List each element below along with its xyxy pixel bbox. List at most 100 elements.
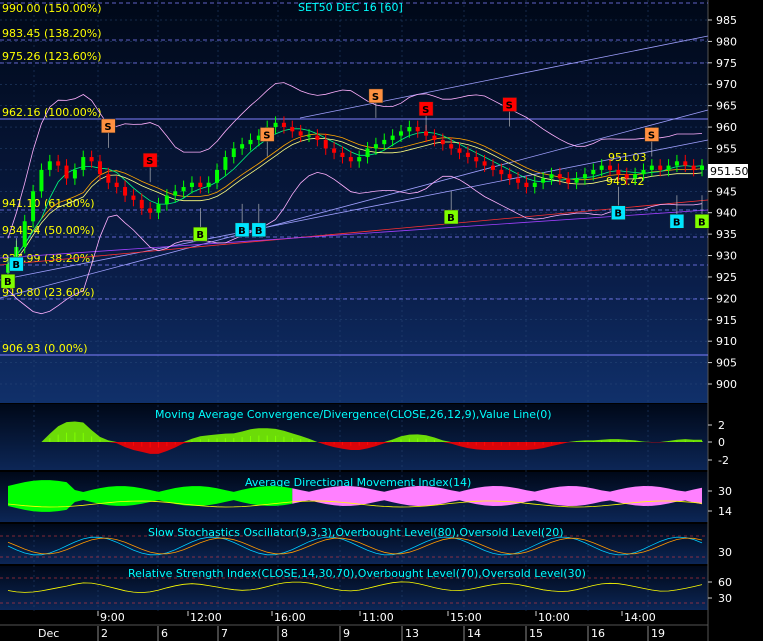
candle-body [56,161,61,166]
candle-body [541,178,546,183]
macd-title: Moving Average Convergence/Divergence(CL… [155,408,552,421]
candle-body [189,182,194,188]
time-label: 16:00 [274,611,306,624]
candle-body [31,191,36,222]
last-price-label: 951.50 [710,165,749,178]
day-label: 6 [161,627,168,640]
signal-label: S [372,92,379,103]
candle-body [516,178,521,183]
candle-body [357,157,362,162]
candle-body [424,131,429,136]
fib-label: 990.00 (150.00%) [2,2,102,15]
candle-body [307,135,312,137]
candle-body [574,178,579,183]
macd-tick-label: 0 [718,436,725,449]
stoch-tick-label: 30 [718,546,732,559]
adx-tick-label: 30 [718,485,732,498]
y-tick-label: 985 [716,14,737,27]
signal-label: S [104,122,111,133]
candle-body [524,182,529,188]
day-label: 9 [343,627,350,640]
candle-body [72,169,77,179]
candle-body [123,187,128,196]
candle-body [248,139,253,145]
candle-body [649,165,654,170]
fib-label: 975.26 (123.60%) [2,50,102,63]
y-tick-label: 900 [716,378,737,391]
candle-body [89,157,94,162]
candle-body [47,161,52,170]
candle-body [332,148,337,153]
time-label: 14:00 [624,611,656,624]
candle-body [373,144,378,149]
day-label: 8 [281,627,288,640]
signal-label: S [263,130,270,141]
y-tick-label: 945 [716,185,737,198]
candle-body [490,165,495,170]
price-panel-bg [0,0,708,403]
y-tick-label: 970 [716,78,737,91]
candle-body [608,165,613,170]
y-tick-label: 910 [716,335,737,348]
candle-body [198,182,203,188]
day-label: 14 [467,627,481,640]
rsi-tick-label: 30 [718,592,732,605]
candle-body [474,157,479,162]
candle-body [549,174,554,179]
fib-label: 919.80 (23.60%) [2,286,95,299]
rsi-tick-label: 60 [718,576,732,589]
signal-label: B [12,260,20,271]
candle-body [591,169,596,175]
fib-label: 962.16 (100.00%) [2,106,102,119]
y-tick-label: 915 [716,314,737,327]
day-label: 16 [591,627,605,640]
candle-body [532,182,537,188]
time-label: 10:00 [538,611,570,624]
candle-body [582,174,587,179]
y-tick-label: 935 [716,228,737,241]
month-label: Dec [38,627,59,640]
candle-body [114,182,119,188]
candle-body [557,174,562,179]
y-tick-label: 965 [716,100,737,113]
y-tick-label: 925 [716,271,737,284]
candle-body [156,204,161,213]
candle-body [106,174,111,183]
candle-body [624,174,629,179]
candle-body [231,148,236,158]
candle-body [365,148,370,158]
candle-body [64,165,69,179]
candle-body [290,127,295,132]
adx-pink-area [292,486,702,506]
candle-body [507,174,512,179]
day-label: 19 [651,627,665,640]
fib-label: 983.45 (138.20%) [2,27,102,40]
fib-label: 941.10 (61.80%) [2,197,95,210]
candle-body [323,139,328,149]
macd-tick-label: -2 [718,454,729,467]
candle-body [700,165,704,170]
signal-label: B [255,226,263,237]
candle-body [22,221,27,247]
signal-label: B [196,230,204,241]
y-tick-label: 930 [716,250,737,263]
time-label: 9:00 [100,611,125,624]
candle-body [382,139,387,145]
y-tick-label: 920 [716,292,737,305]
candle-body [281,122,286,128]
candle-body [240,144,245,149]
candle-body [206,182,211,188]
fib-label: 934.54 (50.00%) [2,224,95,237]
signal-label: B [698,217,706,228]
day-label: 2 [101,627,108,640]
candle-body [674,161,679,166]
signal-label: S [146,156,153,167]
candle-body [599,165,604,170]
candle-body [81,157,86,170]
signal-label: B [673,217,681,228]
time-label: 12:00 [190,611,222,624]
signal-label: B [447,213,455,224]
candle-body [348,157,353,162]
y-tick-label: 955 [716,142,737,155]
candle-body [449,144,454,149]
